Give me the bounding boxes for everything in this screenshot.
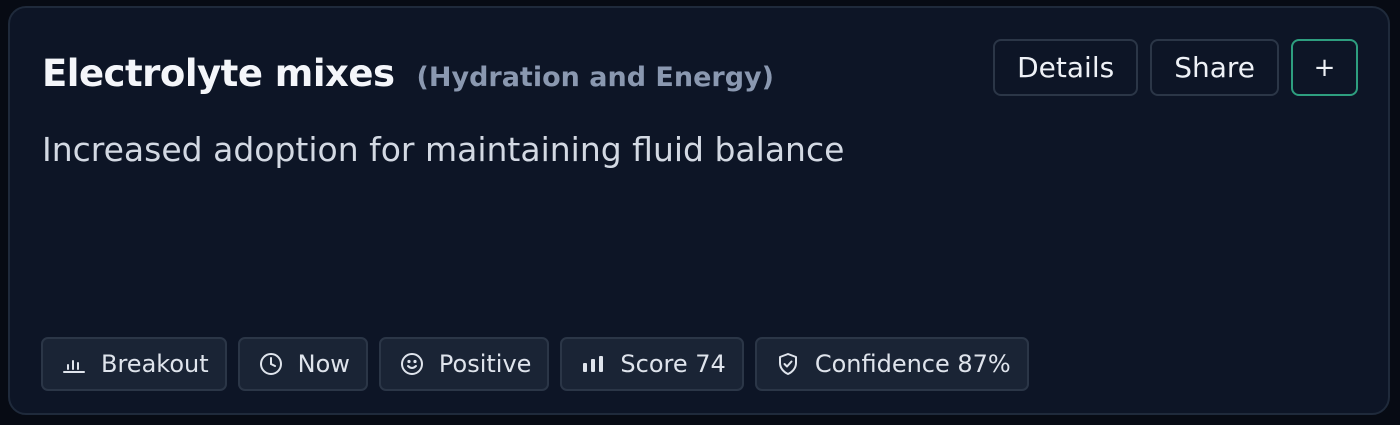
tag-sentiment: Positive	[378, 337, 550, 391]
card-description: Increased adoption for maintaining fluid…	[42, 130, 845, 169]
tag-list: Breakout Now Positive Score 74 Confidenc…	[41, 337, 1029, 391]
tag-label: Breakout	[101, 350, 209, 378]
title-row: Electrolyte mixes (Hydration and Energy)	[42, 52, 774, 95]
category-label: (Hydration and Energy)	[416, 62, 774, 93]
card-title: Electrolyte mixes	[42, 52, 395, 95]
share-button[interactable]: Share	[1150, 39, 1279, 96]
details-button[interactable]: Details	[993, 39, 1139, 96]
tag-breakout: Breakout	[41, 337, 227, 391]
clock-icon	[258, 351, 284, 377]
bar-chart-icon	[61, 351, 87, 377]
score-bars-icon	[580, 351, 606, 377]
tag-confidence: Confidence 87%	[754, 337, 1029, 391]
shield-check-icon	[775, 351, 801, 377]
smiley-icon	[399, 351, 425, 377]
tag-label: Confidence 87%	[814, 350, 1011, 378]
card-actions: Details Share +	[993, 39, 1358, 96]
tag-score: Score 74	[560, 337, 744, 391]
tag-time: Now	[237, 337, 368, 391]
tag-label: Positive	[438, 350, 532, 378]
trend-card: Electrolyte mixes (Hydration and Energy)…	[8, 6, 1390, 415]
add-button[interactable]: +	[1291, 39, 1358, 96]
tag-label: Score 74	[620, 350, 726, 378]
tag-label: Now	[297, 350, 350, 378]
